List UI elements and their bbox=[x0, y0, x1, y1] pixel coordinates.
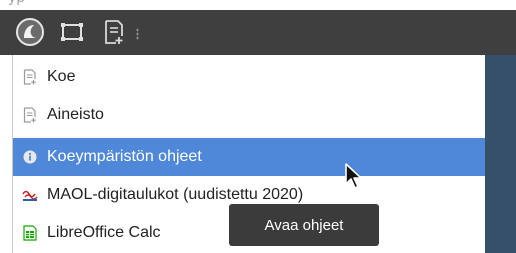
mouse-pointer-icon bbox=[345, 163, 362, 189]
info-icon bbox=[22, 149, 38, 165]
maol-icon bbox=[22, 187, 38, 203]
new-document-icon bbox=[105, 20, 123, 44]
system-logo-button[interactable] bbox=[14, 16, 46, 48]
spreadsheet-icon bbox=[22, 225, 38, 241]
menu-item-label: Koeympäristön ohjeet bbox=[47, 148, 202, 165]
menu-item-koe[interactable]: Koe bbox=[13, 58, 485, 96]
tooltip: Avaa ohjeet bbox=[229, 204, 379, 246]
new-document-button[interactable] bbox=[100, 16, 128, 48]
menu-item-label: Koe bbox=[47, 68, 76, 85]
document-plus-icon bbox=[22, 69, 38, 85]
menu-item-label: LibreOffice Calc bbox=[47, 224, 161, 241]
system-logo-icon bbox=[16, 18, 44, 46]
window-icon bbox=[61, 23, 83, 41]
cropped-text: yp bbox=[8, 0, 25, 6]
tooltip-text: Avaa ohjeet bbox=[264, 216, 344, 234]
menu-item-koeympariston-ohjeet[interactable]: Koeympäristön ohjeet bbox=[13, 138, 485, 176]
top-strip: yp bbox=[0, 0, 516, 10]
show-windows-button[interactable] bbox=[56, 16, 88, 48]
drag-handle-icon[interactable] bbox=[136, 28, 139, 40]
menu-item-label: Aineisto bbox=[47, 106, 104, 123]
menu-item-label: MAOL-digitaulukot (uudistettu 2020) bbox=[47, 186, 304, 203]
document-plus-icon bbox=[22, 107, 38, 123]
desktop-background bbox=[485, 55, 516, 253]
menu-item-aineisto[interactable]: Aineisto bbox=[13, 96, 485, 134]
taskbar bbox=[0, 10, 516, 55]
